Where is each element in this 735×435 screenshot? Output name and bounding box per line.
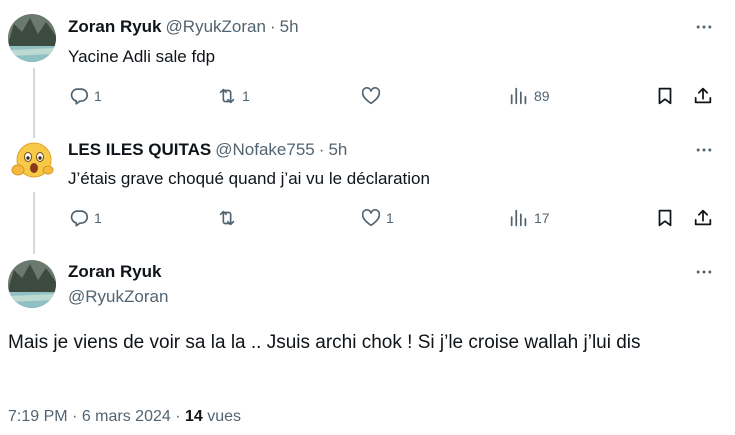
bookmark-button[interactable] (654, 206, 676, 230)
thread-line (33, 192, 35, 254)
heart-icon (361, 209, 381, 227)
retweet-count: 1 (242, 88, 250, 104)
like-count: 1 (386, 210, 394, 226)
more-dots-icon (696, 270, 712, 274)
retweet-button[interactable] (216, 206, 242, 230)
tweet-text: Mais je viens de voir sa la la .. Jsuis … (8, 332, 641, 353)
more-button[interactable] (692, 138, 716, 162)
reply-count: 1 (94, 88, 102, 104)
separator: · (175, 408, 181, 425)
heart-icon (361, 87, 381, 105)
reply-icon (70, 88, 89, 105)
share-icon (694, 87, 712, 104)
bookmark-icon (658, 87, 672, 105)
separator: · (318, 140, 325, 159)
tweet-header: LES ILES QUITAS @Nofake755 · 5h (68, 140, 347, 160)
reply-icon (70, 210, 89, 227)
views-button[interactable]: 89 (508, 84, 550, 108)
retweet-button[interactable]: 1 (216, 84, 250, 108)
tweet-text: J’étais grave choqué quand j’ai vu le dé… (68, 169, 430, 188)
reply-button[interactable]: 1 (68, 206, 102, 230)
author-handle[interactable]: @RyukZoran (68, 287, 168, 307)
more-button[interactable] (692, 260, 716, 284)
views-count: 89 (534, 88, 550, 104)
author-handle[interactable]: @RyukZoran (166, 17, 266, 37)
share-button[interactable] (692, 206, 714, 230)
more-button[interactable] (692, 15, 716, 39)
views-chart-icon (510, 87, 527, 105)
like-button[interactable] (360, 84, 386, 108)
avatar[interactable] (8, 138, 56, 186)
retweet-icon (219, 88, 235, 104)
separator: · (72, 408, 78, 425)
author-name[interactable]: LES ILES QUITAS (68, 140, 211, 160)
tweet-meta: 7:19 PM · 6 mars 2024 · 14 vues (8, 408, 241, 426)
tweet-date[interactable]: 6 mars 2024 (82, 408, 171, 425)
like-button[interactable]: 1 (360, 206, 394, 230)
more-dots-icon (696, 25, 712, 29)
separator: · (269, 17, 276, 36)
views-count: 14 (185, 408, 203, 425)
author-name[interactable]: Zoran Ryuk (68, 17, 162, 37)
tweet-header: Zoran Ryuk @RyukZoran · 5h (68, 17, 299, 37)
author-handle[interactable]: @Nofake755 (215, 140, 315, 160)
timestamp[interactable]: 5h (328, 140, 347, 160)
share-icon (694, 209, 712, 226)
share-button[interactable] (692, 84, 714, 108)
views-label: vues (207, 408, 242, 425)
retweet-icon (219, 210, 235, 226)
timestamp[interactable]: 5h (280, 17, 299, 37)
views-chart-icon (510, 209, 527, 227)
views-count: 17 (534, 210, 550, 226)
thread-line (33, 68, 35, 140)
tweet-text: Yacine Adli sale fdp (68, 47, 216, 66)
views-button[interactable]: 17 (508, 206, 550, 230)
avatar[interactable] (8, 14, 56, 62)
reply-button[interactable]: 1 (68, 84, 102, 108)
avatar[interactable] (8, 260, 56, 308)
author-name[interactable]: Zoran Ryuk (68, 262, 162, 282)
bookmark-button[interactable] (654, 84, 676, 108)
action-bar: 1 1 17 (68, 206, 718, 230)
tweet-time[interactable]: 7:19 PM (8, 408, 68, 425)
more-dots-icon (696, 148, 712, 152)
action-bar: 1 1 89 (68, 84, 718, 108)
reply-count: 1 (94, 210, 102, 226)
bookmark-icon (658, 209, 672, 227)
